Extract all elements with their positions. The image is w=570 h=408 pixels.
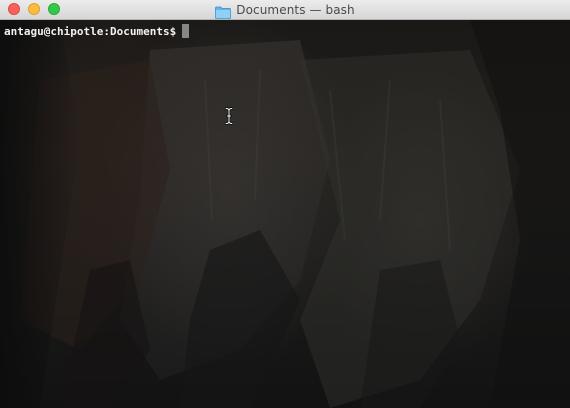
window-title: Documents — bash [236, 3, 355, 17]
title-bar[interactable]: Documents — bash [0, 0, 570, 20]
terminal-window: Documents — bash antagu@chipotle:Documen… [0, 0, 570, 408]
terminal-content[interactable]: antagu@chipotle:Documents$ [0, 20, 570, 408]
background-wallpaper [0, 20, 570, 408]
folder-icon [215, 4, 232, 19]
block-cursor [182, 24, 190, 38]
window-title-group: Documents — bash [0, 0, 570, 20]
shell-prompt: antagu@chipotle:Documents$ [4, 24, 177, 38]
shell-prompt-line[interactable]: antagu@chipotle:Documents$ [4, 24, 190, 38]
i-beam-cursor-icon [224, 107, 234, 125]
